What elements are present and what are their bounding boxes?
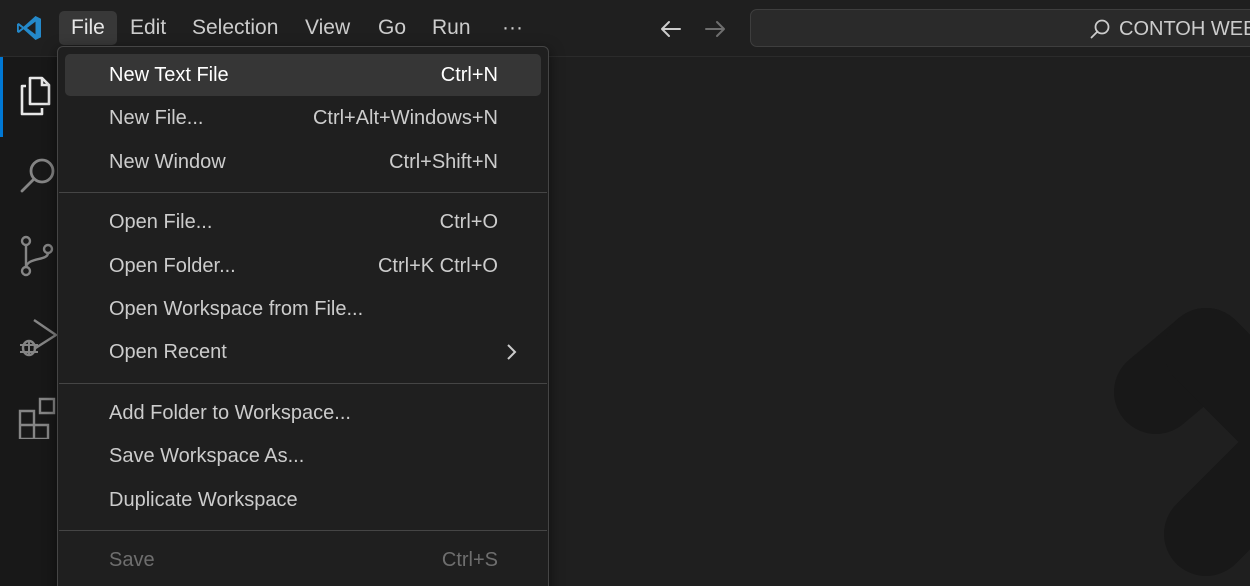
menu-item-label: Open Workspace from File... <box>109 298 364 320</box>
menu-item-open-folder[interactable]: Open Folder... Ctrl+K Ctrl+O <box>65 245 541 287</box>
menu-separator <box>59 192 547 194</box>
menu-item-shortcut: Ctrl+N <box>440 64 498 86</box>
menu-edit[interactable]: Edit <box>118 11 178 45</box>
menu-item-new-window[interactable]: New Window Ctrl+Shift+N <box>65 141 541 183</box>
menu-item-shortcut: Ctrl+Alt+Windows+N <box>312 107 498 130</box>
menu-file[interactable]: File <box>59 11 117 45</box>
menu-item-add-folder-to-workspace[interactable]: Add Folder to Workspace... <box>65 392 541 434</box>
menu-separator <box>59 530 547 531</box>
source-control-icon[interactable] <box>16 235 60 279</box>
menu-item-label: Open Folder... <box>109 254 236 277</box>
menu-view[interactable]: View <box>293 11 362 45</box>
explorer-files-icon[interactable] <box>16 74 60 118</box>
active-view-indicator <box>0 57 3 137</box>
arrow-right-icon[interactable] <box>700 14 730 44</box>
file-menu-dropdown: New Text File Ctrl+N New File... Ctrl+Alt+W… <box>57 46 549 586</box>
command-center-label: CONTOH WEBSITE <box>1119 18 1250 40</box>
menu-item-label: Duplicate Workspace <box>109 488 298 511</box>
menu-item-shortcut: Ctrl+K Ctrl+O <box>377 254 498 277</box>
menu-item-duplicate-workspace[interactable]: Duplicate Workspace <box>65 479 541 521</box>
menu-item-shortcut: Ctrl+Shift+N <box>389 150 498 173</box>
vscode-logo-icon[interactable] <box>14 13 44 43</box>
menu-item-label: New Window <box>109 150 226 173</box>
vscode-watermark-icon <box>1114 308 1250 576</box>
menu-item-label: New Text File <box>109 64 229 86</box>
vscode-window: File Edit Selection View Go Run ··· CONTOH WEB… <box>0 0 1250 586</box>
menu-run[interactable]: Run <box>420 11 483 45</box>
search-icon[interactable] <box>16 154 60 198</box>
menu-more[interactable]: ··· <box>490 11 535 45</box>
menu-item-open-recent[interactable]: Open Recent <box>65 331 541 373</box>
search-icon <box>1090 19 1110 39</box>
menu-item-new-text-file[interactable]: New Text File Ctrl+N <box>65 54 541 96</box>
menu-item-label: Save Workspace As... <box>109 445 305 468</box>
menu-item-shortcut: Ctrl+S <box>441 549 498 571</box>
menu-item-save: Save Ctrl+S <box>65 539 541 581</box>
menu-item-label: Add Folder to Workspace... <box>109 401 351 424</box>
run-debug-icon[interactable] <box>16 315 60 359</box>
menu-item-label: Save <box>109 549 155 571</box>
menu-go[interactable]: Go <box>366 11 418 45</box>
arrow-left-icon[interactable] <box>656 14 686 44</box>
menu-item-shortcut: Ctrl+O <box>439 211 498 234</box>
menu-item-new-file[interactable]: New File... Ctrl+Alt+Windows+N <box>65 97 541 139</box>
menu-selection[interactable]: Selection <box>180 11 290 45</box>
menu-item-open-file[interactable]: Open File... Ctrl+O <box>65 201 541 243</box>
command-center-search[interactable]: CONTOH WEBSITE <box>750 9 1250 47</box>
menu-separator <box>59 382 547 384</box>
extensions-icon[interactable] <box>16 395 60 439</box>
chevron-right-icon <box>507 344 517 361</box>
menu-item-label: Open Recent <box>109 341 227 364</box>
menu-item-save-workspace-as[interactable]: Save Workspace As... <box>65 435 541 477</box>
menu-item-open-workspace-from-file[interactable]: Open Workspace from File... <box>65 288 541 330</box>
menu-item-label: Open File... <box>109 211 213 234</box>
activity-bar <box>0 57 58 586</box>
menu-item-label: New File... <box>109 107 204 130</box>
